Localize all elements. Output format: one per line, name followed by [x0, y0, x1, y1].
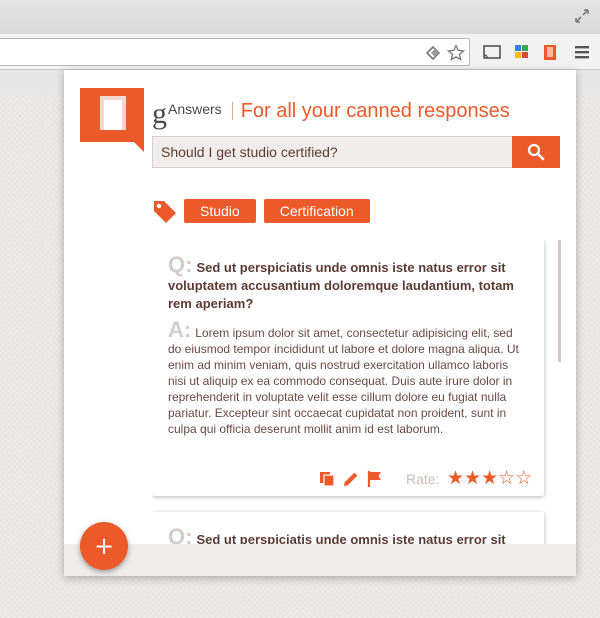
search-icon: [527, 143, 545, 161]
card-actions: Rate: ★ ★ ★ ☆ ☆: [152, 468, 544, 490]
question-marker: Q:: [168, 524, 193, 545]
answer-text: Lorem ipsum dolor sit amet, consectetur …: [168, 326, 519, 436]
tag-row: Studio Certification: [152, 198, 378, 224]
answer-card: Q: Sed ut perspiciatis unde omnis iste na…: [152, 512, 544, 544]
star-empty-icon[interactable]: ☆: [515, 468, 532, 488]
bookmark-star-icon[interactable]: [447, 44, 465, 62]
question-marker: Q:: [168, 252, 193, 277]
puzzle-extension-icon[interactable]: [512, 42, 532, 62]
page-action-icon[interactable]: [425, 44, 443, 62]
brand-header: g Answers For all your canned responses: [152, 97, 510, 130]
ganswers-popup: g Answers For all your canned responses …: [64, 70, 576, 576]
question-block: Q: Sed ut perspiciatis unde omnis iste na…: [168, 254, 528, 313]
add-answer-button[interactable]: +: [80, 522, 128, 570]
ganswers-extension-icon[interactable]: [540, 42, 560, 62]
answer-block: A: Lorem ipsum dolor sit amet, consectetu…: [168, 319, 528, 437]
rate-label: Rate:: [406, 471, 440, 487]
question-text: Sed ut perspiciatis unde omnis iste natu…: [168, 260, 514, 311]
search-input[interactable]: [152, 136, 512, 168]
tag-icon: [154, 201, 176, 223]
star-empty-icon[interactable]: ☆: [498, 468, 515, 488]
question-text: Sed ut perspiciatis unde omnis iste natu…: [196, 532, 506, 544]
star-filled-icon[interactable]: ★: [447, 468, 464, 488]
brand-tagline: For all your canned responses: [240, 100, 510, 122]
flag-icon[interactable]: [366, 470, 384, 488]
brand-name: Answers: [168, 101, 222, 117]
search-bar: [152, 136, 560, 168]
answer-marker: A:: [168, 317, 192, 342]
popup-footer: [64, 544, 576, 576]
list-scrollbar[interactable]: [558, 240, 561, 362]
rating-stars[interactable]: ★ ★ ★ ☆ ☆: [447, 468, 532, 488]
ganswers-logo: [80, 88, 144, 152]
copy-icon[interactable]: [318, 470, 336, 488]
brand-g: g: [152, 97, 167, 130]
chrome-menu-icon[interactable]: [572, 42, 592, 62]
tag-chip-studio[interactable]: Studio: [184, 199, 256, 223]
edit-pencil-icon[interactable]: [342, 470, 360, 488]
star-filled-icon[interactable]: ★: [464, 468, 481, 488]
address-bar[interactable]: [0, 38, 470, 66]
answers-list[interactable]: Q: Sed ut perspiciatis unde omnis iste na…: [152, 240, 564, 544]
star-filled-icon[interactable]: ★: [481, 468, 498, 488]
cast-icon[interactable]: [482, 42, 502, 62]
answer-card: Q: Sed ut perspiciatis unde omnis iste na…: [152, 240, 544, 496]
browser-titlebar: [0, 0, 600, 34]
brand-separator: [231, 102, 233, 120]
browser-toolbar: [0, 34, 600, 70]
search-button[interactable]: [512, 136, 560, 168]
restore-icon[interactable]: [574, 8, 590, 24]
tag-chip-certification[interactable]: Certification: [263, 199, 370, 223]
question-block: Q: Sed ut perspiciatis unde omnis iste na…: [168, 526, 528, 545]
